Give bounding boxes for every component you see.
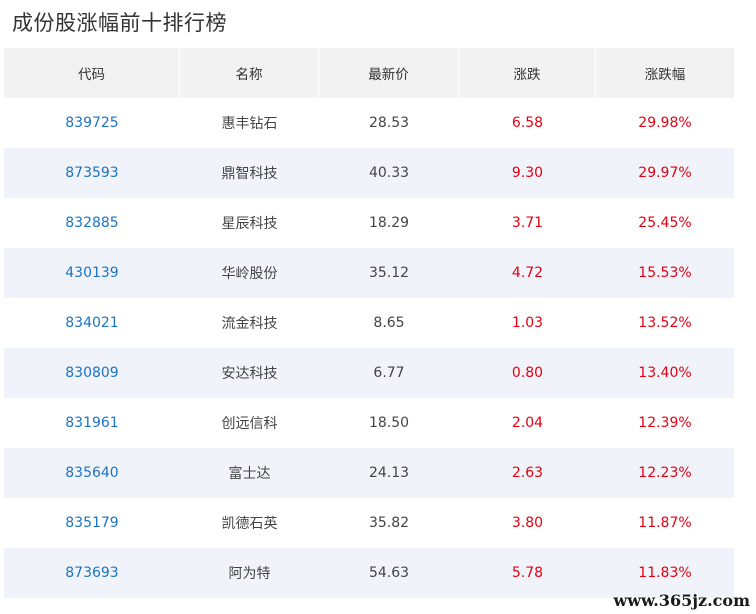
stock-name: 安达科技 [221, 366, 278, 382]
price-change: 3.80 [511, 515, 544, 531]
latest-price: 6.77 [373, 365, 405, 381]
stock-name: 星辰科技 [221, 216, 278, 232]
price-change: 2.63 [511, 465, 544, 481]
change-percent: 29.98% [638, 115, 692, 131]
stock-name: 创远信科 [221, 416, 278, 432]
stock-name: 鼎智科技 [221, 166, 278, 182]
header-change-percent[interactable]: 涨跌幅 [596, 48, 734, 98]
latest-price: 40.33 [368, 165, 410, 181]
price-change: 9.30 [511, 165, 544, 181]
stock-code-link[interactable]: 839725 [4, 98, 180, 148]
price-change: 4.72 [511, 265, 544, 281]
stock-name: 华岭股份 [221, 266, 278, 282]
header-code[interactable]: 代码 [4, 48, 180, 98]
price-change: 6.58 [511, 115, 544, 131]
change-percent: 25.45% [638, 215, 692, 231]
table-row: 430139 华岭股份 35.12 4.72 15.53% [4, 248, 734, 298]
price-change: 0.80 [511, 365, 544, 381]
table-row: 831961 创远信科 18.50 2.04 12.39% [4, 398, 734, 448]
page: 成份股涨幅前十排行榜 代码 名称 最新价 涨跌 涨跌幅 839725 惠丰钻石 … [0, 0, 756, 614]
latest-price: 28.53 [368, 115, 410, 131]
stock-name: 阿为特 [228, 566, 271, 582]
price-change: 5.78 [511, 565, 544, 581]
header-price[interactable]: 最新价 [319, 48, 459, 98]
table-row: 834021 流金科技 8.65 1.03 13.52% [4, 298, 734, 348]
stock-name: 流金科技 [221, 316, 278, 332]
stock-code-link[interactable]: 873693 [4, 548, 180, 598]
price-change: 1.03 [511, 315, 544, 331]
latest-price: 35.82 [368, 515, 410, 531]
table-row: 839725 惠丰钻石 28.53 6.58 29.98% [4, 98, 734, 148]
change-percent: 29.97% [638, 165, 692, 181]
price-change: 3.71 [511, 215, 544, 231]
price-change: 2.04 [511, 415, 544, 431]
header-name[interactable]: 名称 [180, 48, 319, 98]
site-watermark: www.365jz.com [613, 591, 750, 610]
change-percent: 11.87% [638, 515, 692, 531]
table-row: 830809 安达科技 6.77 0.80 13.40% [4, 348, 734, 398]
latest-price: 24.13 [368, 465, 410, 481]
stock-code-link[interactable]: 835640 [4, 448, 180, 498]
stock-name: 富士达 [228, 466, 271, 482]
stock-code-link[interactable]: 430139 [4, 248, 180, 298]
page-title: 成份股涨幅前十排行榜 [12, 11, 227, 35]
latest-price: 18.29 [368, 215, 410, 231]
table-row: 835640 富士达 24.13 2.63 12.23% [4, 448, 734, 498]
stock-name: 惠丰钻石 [221, 116, 278, 132]
latest-price: 35.12 [368, 265, 410, 281]
change-percent: 15.53% [638, 265, 692, 281]
latest-price: 18.50 [368, 415, 410, 431]
stock-code-link[interactable]: 873593 [4, 148, 180, 198]
change-percent: 13.40% [638, 365, 692, 381]
stock-code-link[interactable]: 830809 [4, 348, 180, 398]
change-percent: 13.52% [638, 315, 692, 331]
stock-code-link[interactable]: 834021 [4, 298, 180, 348]
stock-name: 凯德石英 [221, 516, 278, 532]
ranking-table: 代码 名称 最新价 涨跌 涨跌幅 839725 惠丰钻石 28.53 6.58 … [4, 48, 734, 598]
change-percent: 12.23% [638, 465, 692, 481]
header-change[interactable]: 涨跌 [459, 48, 596, 98]
stock-code-link[interactable]: 832885 [4, 198, 180, 248]
latest-price: 8.65 [373, 315, 405, 331]
change-percent: 12.39% [638, 415, 692, 431]
table-row: 832885 星辰科技 18.29 3.71 25.45% [4, 198, 734, 248]
latest-price: 54.63 [368, 565, 410, 581]
table-header: 代码 名称 最新价 涨跌 涨跌幅 [4, 48, 734, 98]
table-row: 873593 鼎智科技 40.33 9.30 29.97% [4, 148, 734, 198]
table-row: 835179 凯德石英 35.82 3.80 11.87% [4, 498, 734, 548]
stock-code-link[interactable]: 831961 [4, 398, 180, 448]
stock-code-link[interactable]: 835179 [4, 498, 180, 548]
